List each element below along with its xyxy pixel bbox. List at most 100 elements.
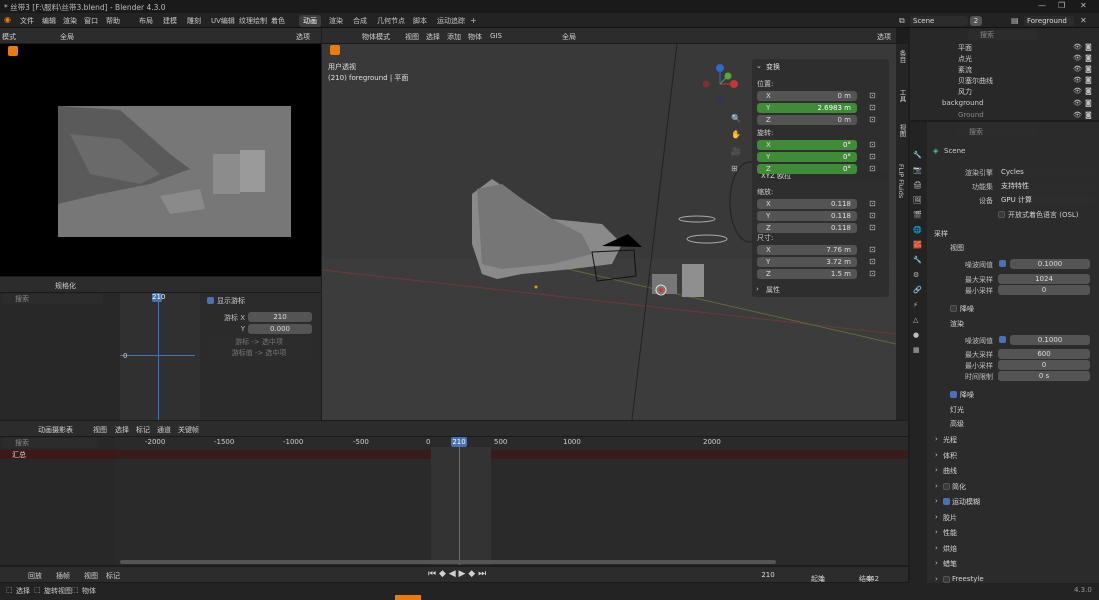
render-camera-icon[interactable]: ◙ (1085, 53, 1092, 63)
menu-window[interactable]: 窗口 (84, 16, 98, 26)
close-icon[interactable]: ✕ (1080, 1, 1087, 10)
outliner-item[interactable]: 贝塞尔曲线 (958, 76, 993, 86)
vp-max-field[interactable]: 1024 (998, 274, 1090, 284)
properties-panel[interactable]: 体积 (943, 451, 957, 461)
outliner-item[interactable]: Ground (958, 111, 984, 119)
options-menu[interactable]: 选项 (296, 32, 310, 42)
render-camera-icon[interactable]: ◙ (1085, 98, 1092, 108)
blender-logo-icon[interactable]: ◉ (4, 15, 11, 25)
playback-controls-icon[interactable]: ⏮ ◆ ◀ ▶ ◆ ⏭ (428, 569, 486, 579)
properties-subpanel[interactable]: 属性 (766, 285, 780, 295)
time-limit-field[interactable]: 0 s (998, 371, 1090, 381)
properties-tab-icon[interactable]: 🔧 (913, 150, 922, 160)
panel-expand-icon[interactable]: › (935, 513, 938, 521)
lock-icon[interactable]: ⊡ (869, 164, 876, 174)
motion-blur-checkbox[interactable] (943, 498, 950, 505)
device-select[interactable]: GPU 计算 (998, 195, 1095, 205)
panel-expand-icon[interactable]: › (935, 451, 938, 459)
visibility-eye-icon[interactable]: 👁 (1073, 42, 1082, 52)
outliner-item[interactable]: 紊流 (958, 65, 972, 75)
r-denoise-checkbox[interactable] (950, 391, 957, 398)
outliner-item[interactable]: 点光 (958, 54, 972, 64)
camera-toggle-icon[interactable] (330, 45, 340, 55)
scene-selector[interactable]: Scene (910, 16, 968, 26)
panel-expand-icon[interactable]: › (935, 528, 938, 536)
properties-tab-icon[interactable]: 🔧 (913, 255, 922, 265)
properties-panel[interactable]: 烘焙 (943, 544, 957, 554)
r-noise-field[interactable]: 0.1000 (1010, 335, 1090, 345)
navigation-gizmo[interactable] (698, 62, 742, 106)
graph-playhead[interactable] (158, 302, 159, 420)
camera-preview-area[interactable] (0, 44, 321, 276)
properties-tab-icon[interactable]: 📷 (913, 165, 922, 175)
graph-area[interactable]: 210 0 (120, 293, 200, 420)
outliner-item[interactable]: 风力 (958, 87, 972, 97)
vp-min-field[interactable]: 0 (998, 285, 1090, 295)
loc-value-field[interactable]: 0 m (757, 115, 857, 125)
properties-tab-icon[interactable]: ⚡ (913, 300, 918, 310)
object-mode-selector[interactable]: 物体模式 (362, 32, 390, 42)
visibility-eye-icon[interactable]: 👁 (1073, 64, 1082, 74)
lock-icon[interactable]: ⊡ (869, 91, 876, 101)
view-layer-selector[interactable]: Foreground (1024, 16, 1074, 26)
properties-tab-icon[interactable]: 🔗 (913, 285, 922, 295)
visibility-eye-icon[interactable]: 👁 (1073, 53, 1082, 63)
dopesheet-menu-key[interactable]: 关键帧 (178, 425, 199, 435)
menu-help[interactable]: 帮助 (106, 16, 120, 26)
panel-checkbox[interactable] (943, 575, 950, 583)
menu-render[interactable]: 渲染 (63, 16, 77, 26)
workspace-tab[interactable]: 着色 (267, 15, 289, 27)
cursor-y-field[interactable]: 0.000 (248, 324, 312, 334)
dopesheet-playhead[interactable] (459, 447, 460, 565)
normalize-toggle[interactable]: 规格化 (55, 281, 76, 291)
outliner-item[interactable]: 平面 (958, 43, 972, 53)
dim-value-field[interactable]: 7.76 m (757, 245, 857, 255)
dopesheet-scrollbar[interactable] (120, 560, 776, 564)
zoom-icon[interactable]: 🔍 (731, 114, 741, 124)
workspace-tab[interactable]: 渲染 (325, 15, 347, 27)
lock-icon[interactable]: ⊡ (869, 223, 876, 233)
r-min-field[interactable]: 0 (998, 360, 1090, 370)
lock-icon[interactable]: ⊡ (869, 199, 876, 209)
lock-icon[interactable]: ⊡ (869, 269, 876, 279)
properties-search-input[interactable]: 搜索 (957, 127, 1037, 137)
view-layer-close-icon[interactable]: ✕ (1080, 16, 1087, 26)
properties-panel[interactable]: Freestyle (952, 575, 984, 583)
viewport-side-tab[interactable]: 条目 (897, 50, 907, 63)
properties-panel[interactable]: 蜡笔 (943, 559, 957, 569)
outliner-search-input[interactable]: 搜索 (968, 30, 1038, 40)
pan-hand-icon[interactable]: ✋ (731, 130, 741, 140)
show-cursor-checkbox[interactable] (207, 297, 214, 304)
render-camera-icon[interactable]: ◙ (1085, 110, 1092, 120)
panel-expand-icon[interactable]: › (935, 575, 938, 583)
scl-value-field[interactable]: 0.118 (757, 223, 857, 233)
dopesheet-menu-channel[interactable]: 通道 (157, 425, 171, 435)
properties-panel[interactable]: 曲线 (943, 466, 957, 476)
r-noise-checkbox[interactable] (999, 336, 1006, 343)
sampling-render-panel[interactable]: 渲染 (950, 319, 964, 329)
render-camera-icon[interactable]: ◙ (1085, 86, 1092, 96)
current-frame-field[interactable]: 210 (748, 570, 788, 580)
viewport-side-tab[interactable]: FLIP Fluids (897, 164, 905, 198)
visibility-eye-icon[interactable]: 👁 (1073, 75, 1082, 85)
workspace-tab[interactable]: 纹理绘制 (235, 15, 271, 27)
playback-menu[interactable]: 回放 (28, 571, 42, 581)
workspace-tab[interactable]: 布局 (135, 15, 157, 27)
render-camera-icon[interactable]: ◙ (1085, 64, 1092, 74)
keying-menu[interactable]: 插帧 (56, 571, 70, 581)
start-frame-field[interactable]: 起始 1 (808, 570, 853, 583)
lock-icon[interactable]: ⊡ (869, 211, 876, 221)
sampling-panel[interactable]: 采样 (934, 229, 948, 239)
properties-tab-icon[interactable]: ▦ (913, 345, 920, 355)
viewport-menu-gis[interactable]: GIS (490, 32, 502, 40)
visibility-eye-icon[interactable]: 👁 (1073, 86, 1082, 96)
cursor-to-selected-button[interactable]: 游标 -> 选中项 (206, 337, 312, 347)
menu-edit[interactable]: 编辑 (42, 16, 56, 26)
viewport-menu-object[interactable]: 物体 (468, 32, 482, 42)
loc-value-field[interactable]: 2.6983 m (757, 103, 857, 113)
sampling-viewport-panel[interactable]: 视图 (950, 243, 964, 253)
workspace-tab[interactable]: 几何节点 (373, 15, 409, 27)
vp-denoise-checkbox[interactable] (950, 305, 957, 312)
r-max-field[interactable]: 600 (998, 349, 1090, 359)
panel-expand-icon[interactable]: › (935, 435, 938, 443)
